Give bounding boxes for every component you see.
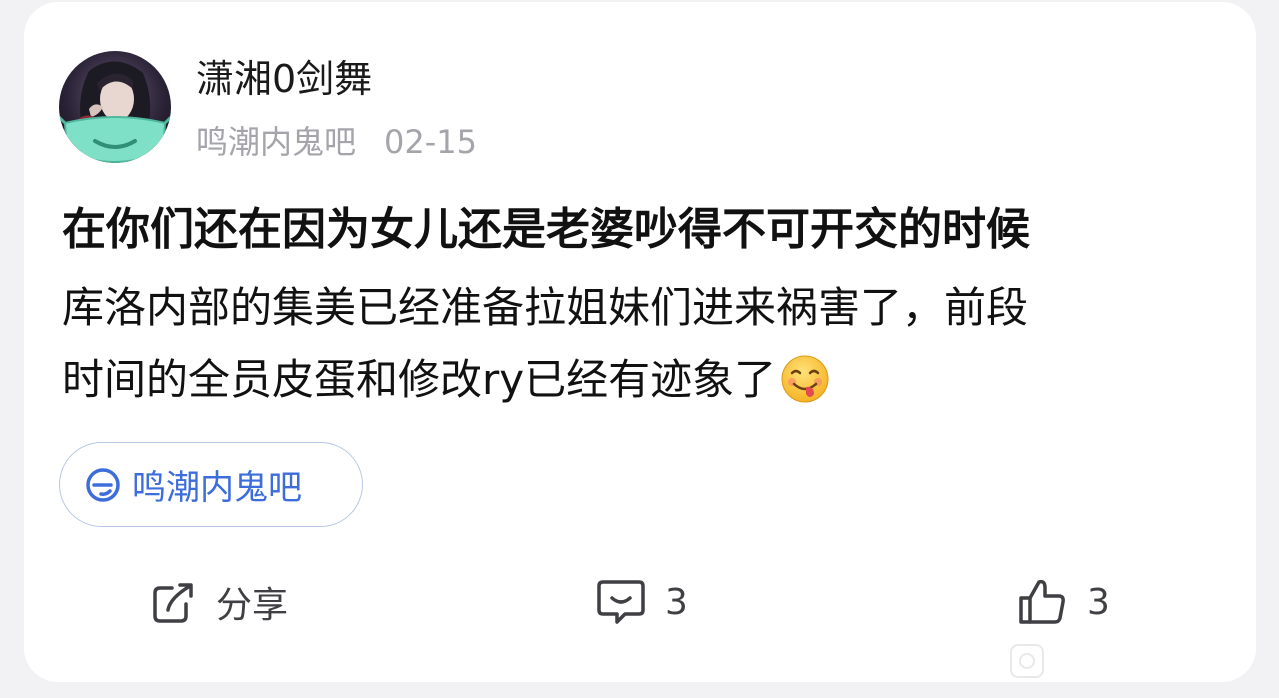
like-count: 3 <box>1087 581 1110 623</box>
post-body-line-2: 时间的全员皮蛋和修改ry已经有迹象了 <box>62 352 830 408</box>
comment-icon <box>597 580 645 624</box>
watermark-icon <box>1008 642 1046 680</box>
post-body-text: 时间的全员皮蛋和修改ry已经有迹象了 <box>62 355 777 404</box>
yum-face-emoji <box>780 354 830 404</box>
share-icon <box>153 583 193 623</box>
post-title: 在你们还在因为女儿还是老婆吵得不可开交的时候 <box>62 204 1030 255</box>
forum-name[interactable]: 鸣潮内鬼吧 <box>196 123 356 161</box>
share-button[interactable]: 分享 <box>150 572 288 632</box>
like-button[interactable]: 3 <box>1017 572 1110 632</box>
forum-chip[interactable]: 鸣潮内鬼吧 <box>59 442 363 527</box>
comment-button[interactable]: 3 <box>595 572 688 632</box>
username[interactable]: 潇湘0剑舞 <box>196 54 372 104</box>
share-label: 分享 <box>216 585 289 626</box>
forum-e-icon <box>84 466 122 504</box>
post-meta: 鸣潮内鬼吧 02-15 <box>196 120 477 164</box>
thumbs-up-icon <box>1019 579 1065 624</box>
post-card[interactable]: 潇湘0剑舞 鸣潮内鬼吧 02-15 在你们还在因为女儿还是老婆吵得不可开交的时候 … <box>24 2 1256 682</box>
post-date: 02-15 <box>384 123 477 161</box>
comment-count: 3 <box>665 581 688 623</box>
forum-chip-label: 鸣潮内鬼吧 <box>132 468 302 508</box>
post-body-line-1: 库洛内部的集美已经准备拉姐妹们进来祸害了，前段 <box>62 283 1029 332</box>
avatar[interactable] <box>59 51 171 163</box>
